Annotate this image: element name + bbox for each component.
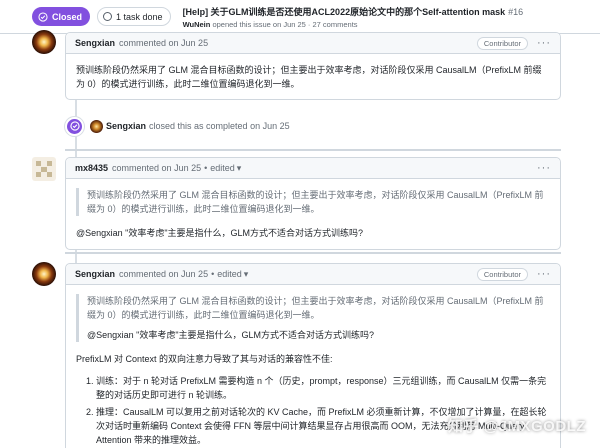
task-progress-icon <box>103 12 113 21</box>
tasks-label: 1 task done <box>116 11 163 22</box>
role-badge: Contributor <box>476 268 528 281</box>
meta-separator: • <box>211 269 215 279</box>
edited-label: edited <box>210 163 235 173</box>
comment-meta[interactable]: commented on Jun 25 <box>119 38 208 48</box>
comment-header: mx8435 commented on Jun 25 • edited ▾ ··· <box>66 158 560 179</box>
comment-author[interactable]: Sengxian <box>75 38 115 48</box>
edited-label: edited <box>217 269 242 279</box>
event-actor[interactable]: Sengxian <box>106 121 146 131</box>
comment-card: Sengxian commented on Jun 25 Contributor… <box>65 32 561 100</box>
quote-block: 预训练阶段仍然采用了 GLM 混合目标函数的设计；但主要出于效率考虑，对话阶段仅… <box>76 294 550 342</box>
kebab-menu-icon[interactable]: ··· <box>537 269 551 280</box>
close-event: Sengxian closed this as completed on Jun… <box>65 116 290 136</box>
closed-event-icon <box>65 116 84 136</box>
comment-meta[interactable]: commented on Jun 25 <box>119 269 208 279</box>
edited-dropdown[interactable]: edited ▾ <box>210 163 241 174</box>
issue-title: [Help] 关于GLM训练是否还使用ACL2022原始论文中的那个Self-a… <box>183 5 524 18</box>
issue-subtitle: WuNein opened this issue on Jun 25 · 27 … <box>183 20 524 29</box>
list-item: 训练：对于 n 轮对话 PrefixLM 需要构造 n 个（历史，prompt，… <box>96 374 550 402</box>
issue-title-text: [Help] 关于GLM训练是否还使用ACL2022原始论文中的那个Self-a… <box>182 6 506 17</box>
comment-text: @Sengxian "效率考虑"主要是指什么，GLM方式不适合对话方式训练吗? <box>76 228 364 238</box>
closed-state-badge: Closed <box>32 7 91 26</box>
timeline-divider <box>65 149 561 151</box>
comment-card: mx8435 commented on Jun 25 • edited ▾ ···… <box>65 157 561 250</box>
chevron-down-icon: ▾ <box>236 162 242 173</box>
comment-author[interactable]: mx8435 <box>75 163 108 173</box>
comment-body: 预训练阶段仍然采用了 GLM 混合目标函数的设计；但主要出于效率考虑，对话阶段仅… <box>66 179 560 249</box>
kebab-menu-icon[interactable]: ··· <box>537 163 551 174</box>
comment-author[interactable]: Sengxian <box>75 269 115 279</box>
comment-header: Sengxian commented on Jun 25 Contributor… <box>66 33 560 54</box>
opener-link[interactable]: WuNein <box>183 20 211 29</box>
avatar-mx8435[interactable] <box>32 157 56 181</box>
issue-title-block: [Help] 关于GLM训练是否还使用ACL2022原始论文中的那个Self-a… <box>183 5 524 29</box>
chevron-down-icon: ▾ <box>243 268 249 279</box>
watermark: 知乎 @JMXGODLZ <box>447 418 586 435</box>
comment-meta[interactable]: commented on Jun 25 <box>112 163 201 173</box>
kebab-menu-icon[interactable]: ··· <box>537 38 551 49</box>
issue-number: #16 <box>508 6 524 17</box>
quote-line: 预训练阶段仍然采用了 GLM 混合目标函数的设计；但主要出于效率考虑，对话阶段仅… <box>87 296 544 320</box>
tasks-done-pill[interactable]: 1 task done <box>97 7 171 26</box>
issue-header: Closed 1 task done [Help] 关于GLM训练是否还使用AC… <box>0 0 600 34</box>
reason-list: 训练：对于 n 轮对话 PrefixLM 需要构造 n 个（历史，prompt，… <box>76 374 550 447</box>
state-label: Closed <box>52 11 83 22</box>
opened-text: opened this issue on Jun 25 · 27 comment… <box>212 19 358 29</box>
comment-paragraph: PrefixLM 对 Context 的双向注意力导致了其与对话的兼容性不佳: <box>76 354 333 364</box>
role-badge: Contributor <box>476 37 528 50</box>
nested-quote-line: @Sengxian "效率考虑"主要是指什么，GLM方式不适合对话方式训练吗? <box>87 330 375 340</box>
issue-closed-icon <box>38 11 48 22</box>
edited-dropdown[interactable]: edited ▾ <box>217 269 248 280</box>
quote-block: 预训练阶段仍然采用了 GLM 混合目标函数的设计；但主要出于效率考虑，对话阶段仅… <box>76 188 550 216</box>
event-text: closed this as completed on Jun 25 <box>149 121 290 131</box>
avatar-sengxian[interactable] <box>32 262 56 286</box>
meta-separator: • <box>204 163 208 173</box>
timeline-divider <box>65 252 561 254</box>
event-actor-avatar[interactable] <box>90 119 103 133</box>
comment-body: 预训练阶段仍然采用了 GLM 混合目标函数的设计；但主要出于效率考虑，对话阶段仅… <box>76 65 542 89</box>
comment-header: Sengxian commented on Jun 25 • edited ▾ C… <box>66 264 560 285</box>
avatar-sengxian[interactable] <box>32 30 56 54</box>
